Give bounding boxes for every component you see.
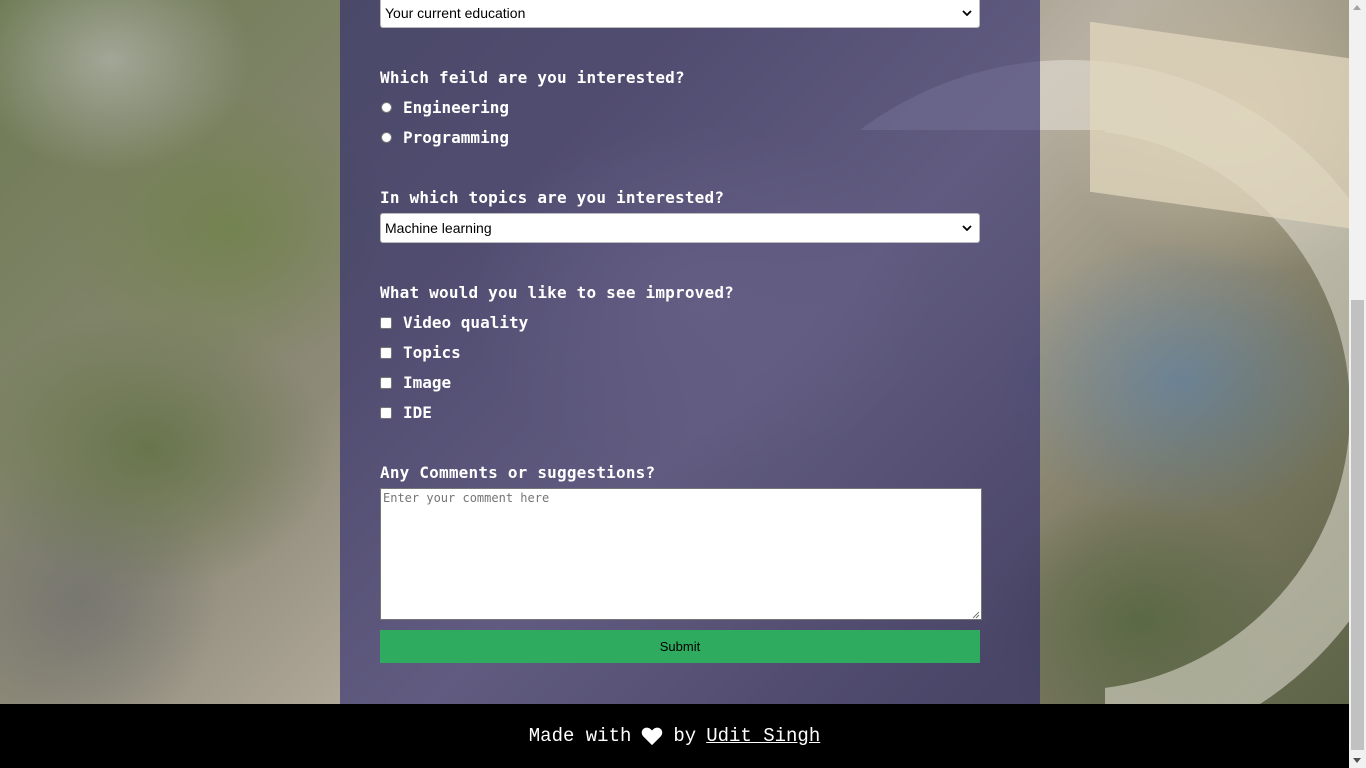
improve-option-image[interactable]: Image <box>380 373 451 392</box>
field-question: Which feild are you interested? <box>380 68 685 87</box>
submit-button[interactable]: Submit <box>380 630 980 663</box>
education-select[interactable]: Your current education <box>380 0 980 28</box>
comments-placeholder: Enter your comment here <box>383 491 550 505</box>
engineering-label: Engineering <box>403 98 509 117</box>
education-select-value: Your current education <box>385 5 526 21</box>
topics-label: Topics <box>403 343 461 362</box>
programming-label: Programming <box>403 128 509 147</box>
by-text: by <box>673 725 697 747</box>
resize-grip-icon[interactable] <box>970 608 980 619</box>
video-quality-checkbox[interactable] <box>380 316 392 329</box>
image-checkbox[interactable] <box>380 376 392 389</box>
topics-select[interactable]: Machine learning <box>380 213 980 243</box>
improve-question: What would you like to see improved? <box>380 283 734 302</box>
scrollbar-thumb[interactable] <box>1351 300 1364 750</box>
improve-option-ide[interactable]: IDE <box>380 403 432 422</box>
chevron-down-icon <box>959 220 975 236</box>
topics-question: In which topics are you interested? <box>380 188 725 207</box>
heart-icon <box>641 726 663 746</box>
chevron-down-icon <box>959 5 975 21</box>
scroll-down-icon[interactable] <box>1353 758 1361 763</box>
footer: Made with by Udit Singh <box>0 704 1349 768</box>
comments-question: Any Comments or suggestions? <box>380 463 656 482</box>
page: Your current education Which feild are y… <box>0 0 1349 768</box>
ide-checkbox[interactable] <box>380 406 392 419</box>
topics-select-value: Machine learning <box>385 220 492 236</box>
video-quality-label: Video quality <box>403 313 529 332</box>
field-option-engineering[interactable]: Engineering <box>380 98 509 117</box>
image-label: Image <box>403 373 452 392</box>
improve-option-video-quality[interactable]: Video quality <box>380 313 528 332</box>
programming-radio[interactable] <box>381 132 392 143</box>
engineering-radio[interactable] <box>381 102 392 113</box>
improve-option-topics[interactable]: Topics <box>380 343 461 362</box>
author-link[interactable]: Udit Singh <box>706 725 820 747</box>
vertical-scrollbar[interactable] <box>1349 0 1366 768</box>
made-with-text: Made with <box>528 725 632 747</box>
field-option-programming[interactable]: Programming <box>380 128 509 147</box>
scroll-up-icon[interactable] <box>1353 5 1361 10</box>
topics-checkbox[interactable] <box>380 346 392 359</box>
ide-label: IDE <box>403 403 432 422</box>
comments-textarea[interactable]: Enter your comment here <box>380 488 982 620</box>
